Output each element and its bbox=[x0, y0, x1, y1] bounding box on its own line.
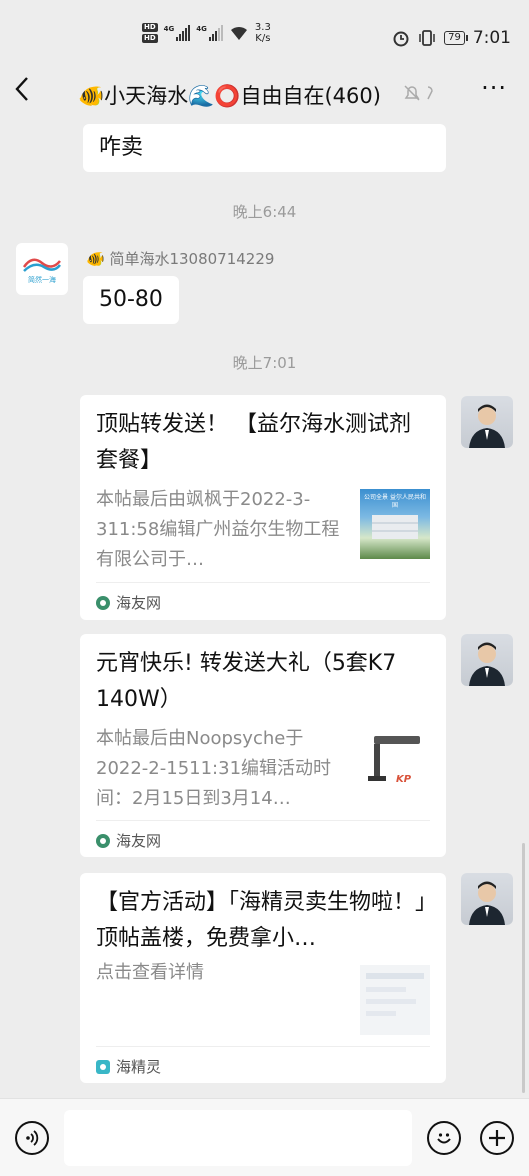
avatar[interactable] bbox=[461, 634, 513, 686]
alarm-icon bbox=[393, 31, 409, 47]
blurred-image-icon bbox=[366, 973, 424, 1016]
person-avatar-icon bbox=[469, 642, 505, 686]
scrollbar[interactable] bbox=[522, 843, 525, 1093]
source-logo-icon bbox=[96, 595, 110, 610]
plus-icon bbox=[489, 1130, 505, 1146]
wave-logo-icon bbox=[22, 258, 61, 272]
building-icon bbox=[372, 515, 418, 539]
card-thumbnail bbox=[360, 965, 430, 1035]
wifi-icon bbox=[230, 26, 247, 40]
message-text: 咋卖 bbox=[99, 135, 144, 160]
voice-icon bbox=[26, 1130, 39, 1146]
link-card[interactable]: 【官方活动】「海精灵卖生物啦！」顶帖盖楼，免费拿小… 点击查看详情 海精灵 bbox=[80, 873, 446, 1083]
timestamp: 晚上6:44 bbox=[232, 203, 297, 221]
thumbnail-caption: KP bbox=[396, 774, 412, 785]
card-description: 本帖最后由飒枫于2022-3-311:58编辑广州益尔生物工程有限公司于… bbox=[96, 489, 340, 570]
card-title: 顶贴转发送！ 【益尔海水测试剂套餐】 bbox=[96, 412, 411, 473]
timestamp: 晚上7:01 bbox=[232, 354, 297, 372]
network-speed: 3.3 K/s bbox=[255, 22, 271, 44]
aquarium-light-icon bbox=[368, 736, 420, 781]
network-type-1: 4G bbox=[163, 25, 175, 33]
hd-badges: HD HD bbox=[142, 23, 158, 43]
voice-button[interactable] bbox=[15, 1121, 49, 1155]
hd-badge-1: HD bbox=[142, 23, 158, 32]
speed-unit: K/s bbox=[255, 33, 271, 44]
card-divider bbox=[96, 820, 430, 821]
back-button[interactable] bbox=[14, 76, 30, 109]
person-avatar-icon bbox=[469, 404, 505, 448]
avatar[interactable] bbox=[461, 396, 513, 448]
card-description: 本帖最后由Noopsyche于2022-2-1511:31编辑活动时间：2月15… bbox=[96, 728, 332, 809]
card-source: 海友网 bbox=[96, 592, 161, 613]
avatar[interactable]: 简然一海 bbox=[16, 243, 68, 295]
clock: 7:01 bbox=[472, 28, 511, 48]
signal-icon-2: 4G bbox=[196, 25, 223, 41]
chat-area: 咋卖 晚上6:44 简然一海 🐠 简单海水13080714229 50-80 晚… bbox=[0, 124, 529, 1098]
source-logo-icon bbox=[96, 1059, 110, 1074]
link-card[interactable]: 顶贴转发送！ 【益尔海水测试剂套餐】 本帖最后由飒枫于2022-3-311:58… bbox=[80, 395, 446, 620]
link-card[interactable]: 元宵快乐! 转发送大礼（5套K7 140W） 本帖最后由Noopsyche于20… bbox=[80, 634, 446, 857]
more-options-button[interactable]: ··· bbox=[481, 74, 507, 102]
status-bar: HD HD 4G 4G 3.3 K/s 79 7:01 bbox=[0, 0, 529, 58]
status-right: 79 7:01 bbox=[392, 28, 511, 48]
card-title: 元宵快乐! 转发送大礼（5套K7 140W） bbox=[96, 651, 397, 712]
avatar-logo-text: 简然一海 bbox=[28, 276, 56, 284]
status-left: HD HD 4G 4G 3.3 K/s bbox=[142, 22, 271, 44]
chevron-left-icon bbox=[15, 77, 28, 101]
vibrate-icon bbox=[419, 30, 435, 46]
source-name: 海精灵 bbox=[116, 1058, 162, 1076]
sender-name: 🐠 简单海水13080714229 bbox=[86, 250, 275, 268]
input-bar bbox=[0, 1098, 529, 1176]
message-bubble[interactable]: 50-80 bbox=[83, 276, 179, 324]
card-description: 点击查看详情 bbox=[96, 962, 204, 983]
source-name: 海友网 bbox=[116, 832, 162, 850]
emoji-icon bbox=[437, 1133, 451, 1144]
network-type-2: 4G bbox=[196, 25, 207, 33]
card-source: 海精灵 bbox=[96, 1056, 161, 1077]
mute-bell-icon bbox=[402, 83, 436, 107]
card-divider bbox=[96, 1046, 430, 1047]
card-divider bbox=[96, 582, 430, 583]
card-source: 海友网 bbox=[96, 830, 161, 851]
card-title: 【官方活动】「海精灵卖生物啦！」顶帖盖楼，免费拿小… bbox=[96, 890, 427, 951]
hd-badge-2: HD bbox=[142, 34, 158, 43]
message-text: 50-80 bbox=[99, 287, 163, 312]
message-input[interactable] bbox=[64, 1110, 412, 1166]
chat-header: 🐠小天海水🌊⭕自由自在(460) ··· bbox=[0, 58, 529, 128]
signal-icon-1: 4G bbox=[164, 25, 191, 41]
plus-button[interactable] bbox=[480, 1121, 514, 1155]
person-avatar-icon bbox=[469, 881, 505, 925]
card-thumbnail: 公司全景 益尔人民共和国 bbox=[360, 489, 430, 559]
group-title: 🐠小天海水🌊⭕自由自在(460) bbox=[78, 84, 381, 108]
battery-icon: 79 bbox=[444, 31, 468, 45]
avatar[interactable] bbox=[461, 873, 513, 925]
card-thumbnail: KP bbox=[360, 726, 430, 796]
source-logo-icon bbox=[96, 833, 110, 848]
speed-value: 3.3 bbox=[254, 22, 271, 33]
emoji-button[interactable] bbox=[427, 1121, 461, 1155]
message-bubble[interactable]: 咋卖 bbox=[83, 124, 446, 172]
source-name: 海友网 bbox=[116, 594, 162, 612]
